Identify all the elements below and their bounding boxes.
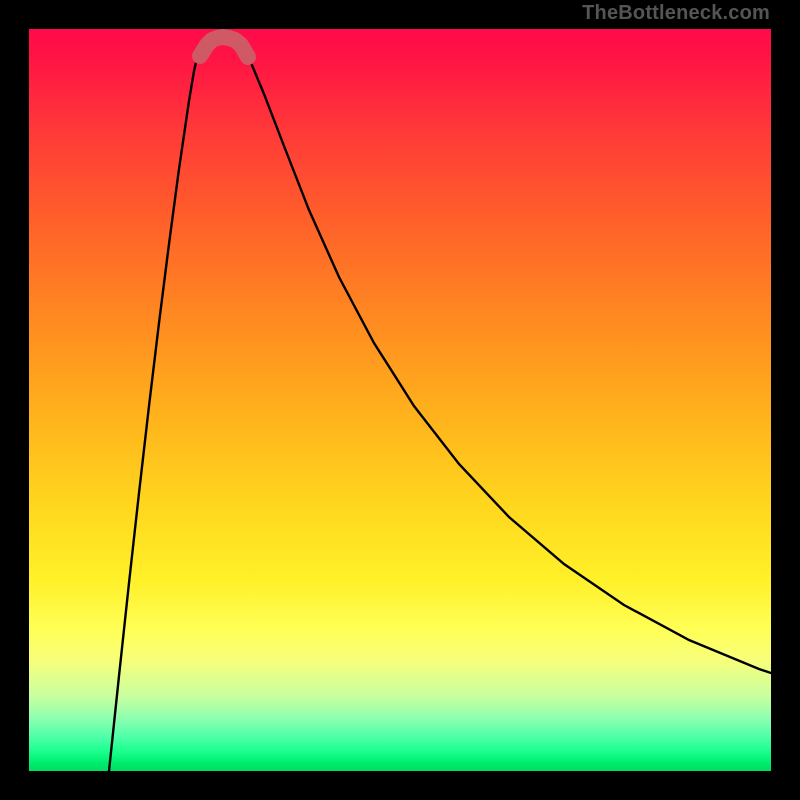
plot-area xyxy=(29,29,771,771)
bottleneck-curve xyxy=(109,36,771,771)
valley-u-marker xyxy=(200,37,248,57)
curve-layer xyxy=(29,29,771,771)
chart-canvas: TheBottleneck.com xyxy=(0,0,800,800)
watermark-text: TheBottleneck.com xyxy=(582,2,770,25)
